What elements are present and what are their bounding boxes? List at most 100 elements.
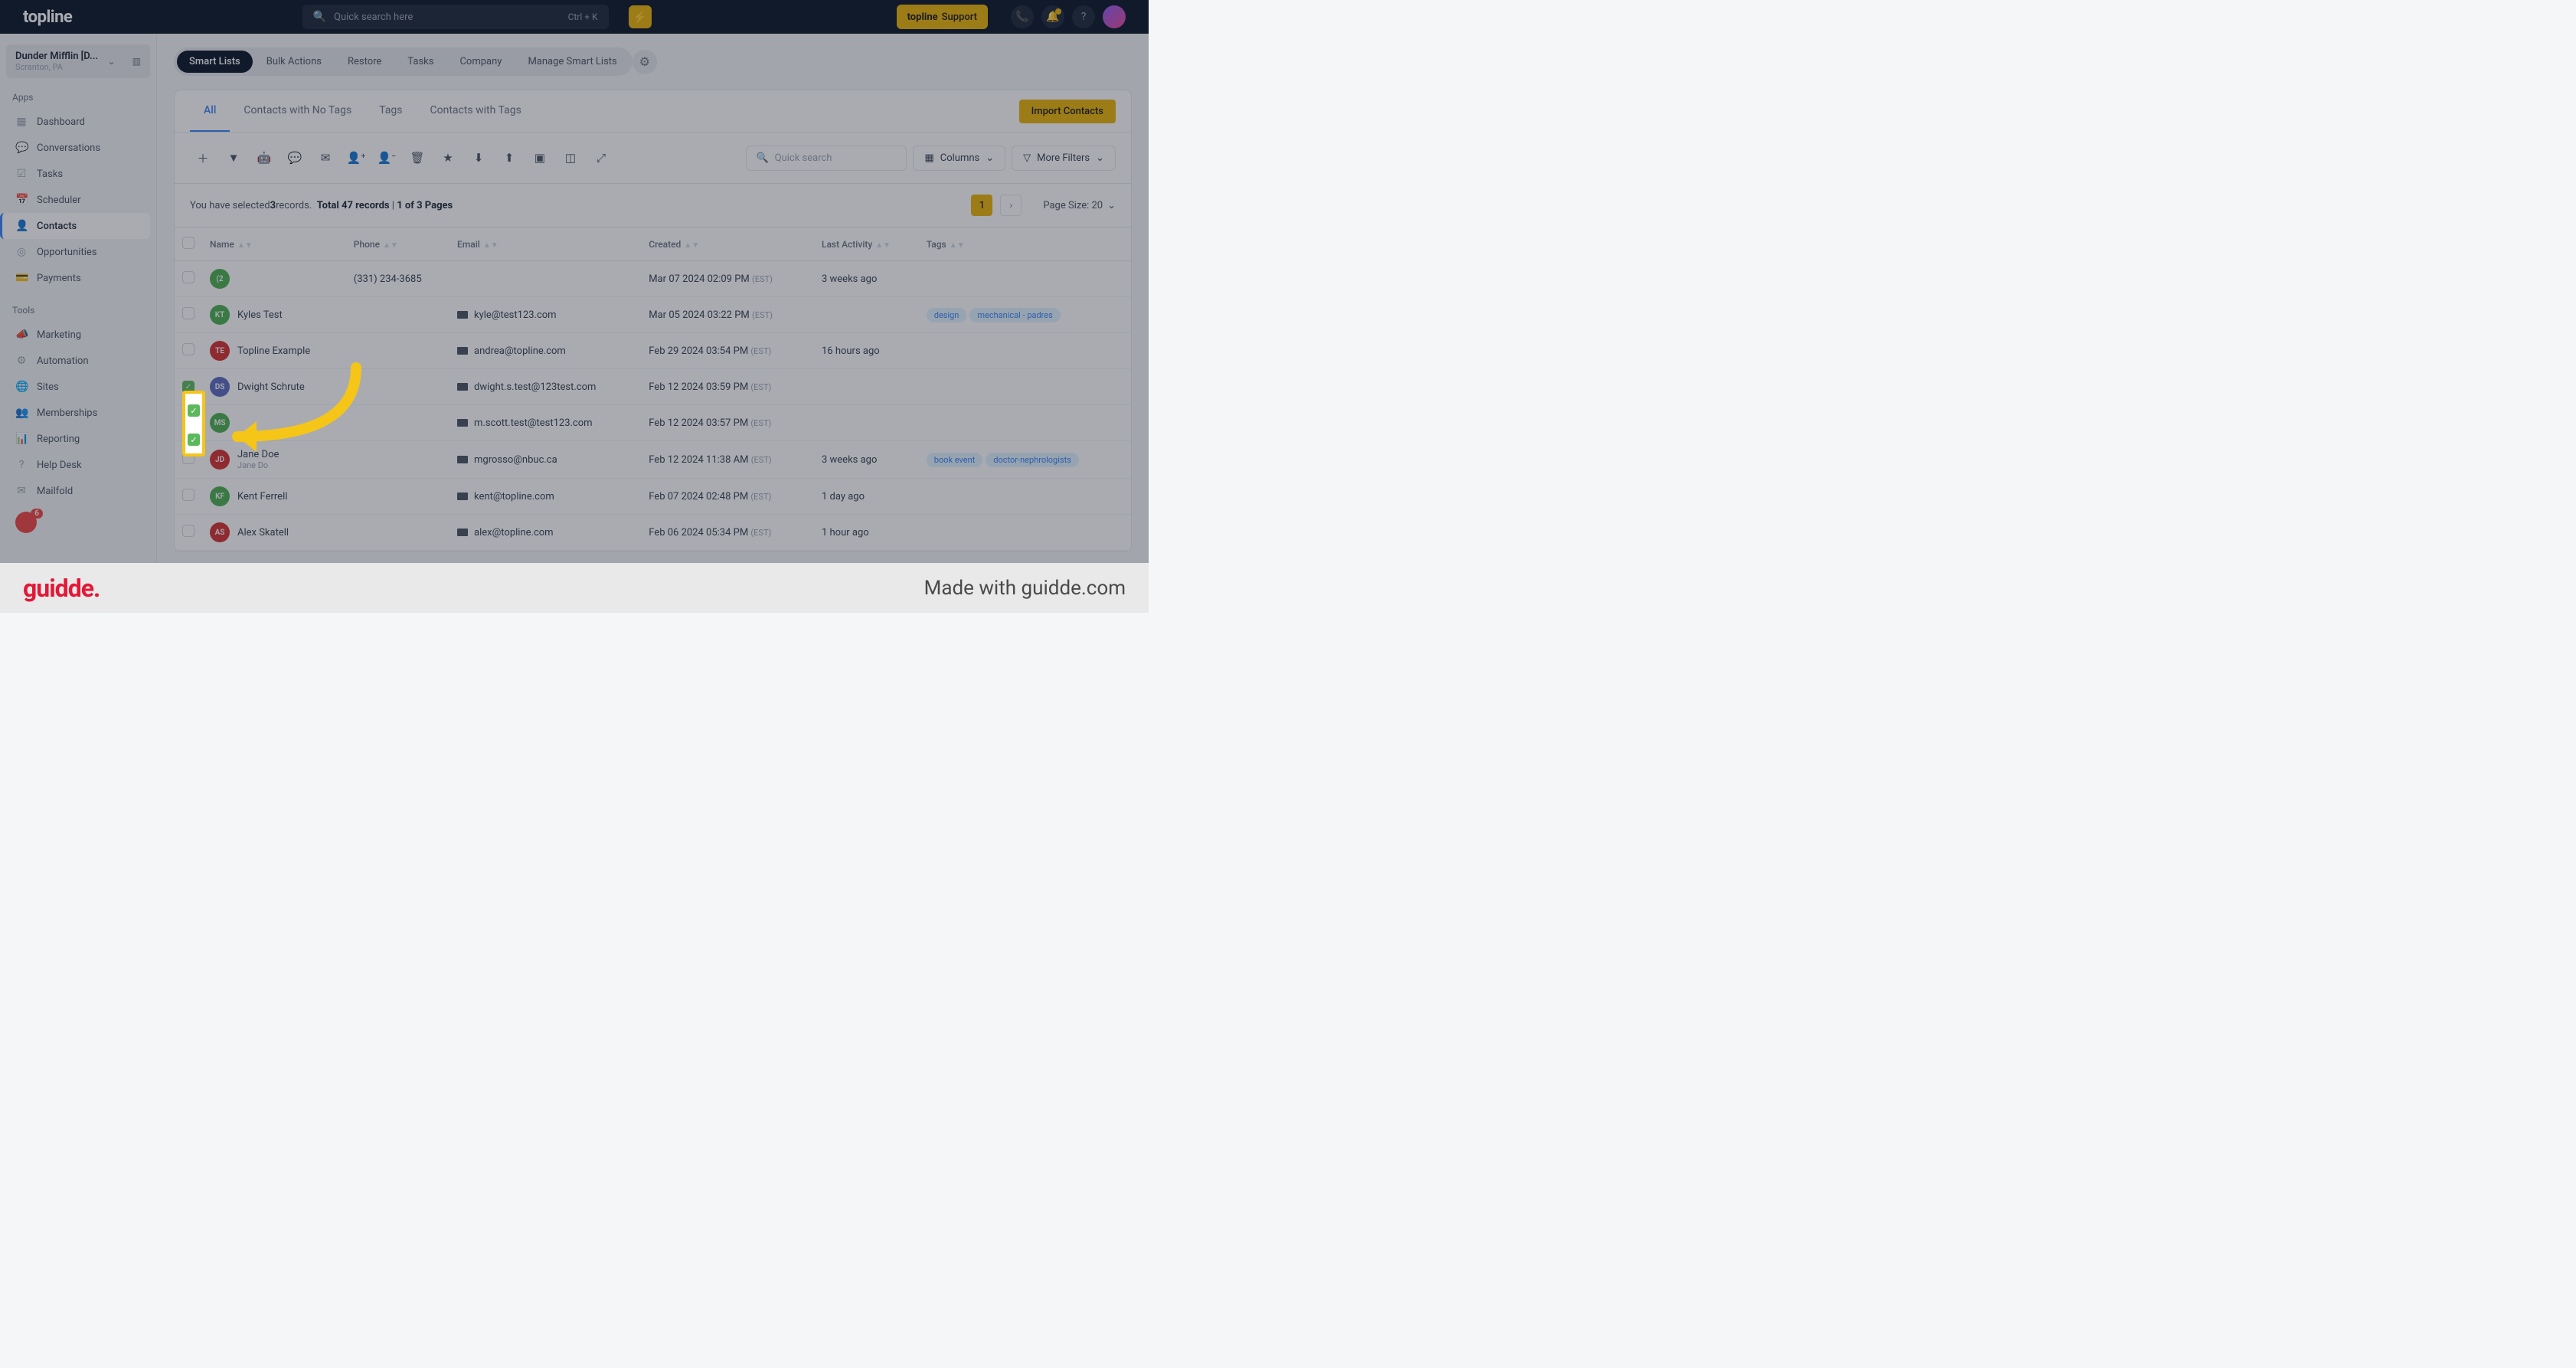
- row-checkbox[interactable]: [182, 307, 195, 319]
- sub-tab[interactable]: Tags: [365, 90, 416, 132]
- table-row[interactable]: JDJane DoeJane Domgrosso@nbuc.caFeb 12 2…: [175, 441, 1131, 479]
- table-row[interactable]: ASAlex Skatellalex@topline.comFeb 06 202…: [175, 515, 1131, 551]
- support-button[interactable]: topline Support: [897, 5, 988, 29]
- row-checkbox[interactable]: [182, 525, 195, 537]
- sidebar-item-marketing[interactable]: 📣Marketing: [6, 322, 150, 348]
- nav-icon: ▦: [15, 116, 28, 128]
- trash-icon[interactable]: 🗑: [404, 145, 430, 171]
- main-tab[interactable]: Bulk Actions: [254, 51, 334, 73]
- sidebar-item-contacts[interactable]: 👤Contacts: [0, 213, 150, 239]
- nav-icon: ✉: [15, 485, 28, 497]
- upload-icon[interactable]: ⬆: [496, 145, 522, 171]
- columns-icon[interactable]: ◫: [557, 145, 584, 171]
- mail-icon: [457, 311, 468, 319]
- add-user-icon[interactable]: 👤⁺: [343, 145, 369, 171]
- main-tab[interactable]: Manage Smart Lists: [515, 51, 629, 73]
- made-with-text: Made with guidde.com: [924, 577, 1126, 600]
- nav-icon: ◎: [15, 246, 28, 258]
- sub-tab[interactable]: Contacts with Tags: [417, 90, 535, 132]
- row-checkbox[interactable]: [182, 452, 195, 464]
- page-size-select[interactable]: Page Size: 20 ⌄: [1043, 200, 1116, 211]
- sidebar-item-sites[interactable]: 🌐Sites: [6, 374, 150, 400]
- table-row[interactable]: KTKyles Testkyle@test123.comMar 05 2024 …: [175, 297, 1131, 333]
- phone-icon[interactable]: 📞: [1011, 5, 1034, 28]
- help-icon[interactable]: ?: [1072, 5, 1095, 28]
- global-search[interactable]: 🔍 Quick search here Ctrl + K: [302, 5, 609, 29]
- card-icon[interactable]: ▣: [527, 145, 553, 171]
- add-icon[interactable]: ＋: [190, 145, 216, 171]
- column-header[interactable]: Name▲▼: [202, 227, 346, 261]
- sidebar-item-automation[interactable]: ⚙Automation: [6, 348, 150, 374]
- sidebar-item-scheduler[interactable]: 📅Scheduler: [6, 187, 150, 213]
- sidebar-item-memberships[interactable]: 👥Memberships: [6, 400, 150, 426]
- remove-user-icon[interactable]: 👤⁻: [374, 145, 400, 171]
- sidebar-item-dashboard[interactable]: ▦Dashboard: [6, 109, 150, 135]
- sidebar-item-mailfold[interactable]: ✉Mailfold: [6, 478, 150, 504]
- collapse-icon[interactable]: ⤢: [588, 145, 614, 171]
- message-icon[interactable]: 💬: [282, 145, 308, 171]
- table-row[interactable]: ✓DSDwight Schrutedwight.s.test@123test.c…: [175, 369, 1131, 405]
- panel-icon[interactable]: ▥: [132, 56, 141, 67]
- column-header[interactable]: Tags▲▼: [919, 227, 1131, 261]
- sidebar-item-payments[interactable]: 💳Payments: [6, 265, 150, 291]
- main-content: Smart ListsBulk ActionsRestoreTasksCompa…: [157, 34, 1149, 613]
- next-page[interactable]: ›: [1000, 195, 1022, 216]
- mail-icon: [457, 456, 468, 463]
- row-checkbox[interactable]: [182, 489, 195, 501]
- table-row[interactable]: ✓MSm.scott.test@test123.comFeb 12 2024 0…: [175, 405, 1131, 441]
- download-icon[interactable]: ⬇: [466, 145, 492, 171]
- settings-tab-icon[interactable]: ⚙: [633, 50, 657, 74]
- row-checkbox[interactable]: ✓: [182, 417, 195, 429]
- sidebar-item-conversations[interactable]: 💬Conversations: [6, 135, 150, 161]
- column-header[interactable]: Email▲▼: [449, 227, 641, 261]
- bolt-button[interactable]: ⚡: [629, 5, 652, 28]
- contact-tabs: AllContacts with No TagsTagsContacts wit…: [175, 90, 1131, 133]
- app-badge[interactable]: 6: [15, 512, 37, 533]
- footer-bar: guidde. Made with guidde.com: [0, 563, 1149, 613]
- tag-pill[interactable]: mechanical - padres: [969, 308, 1060, 322]
- main-tab[interactable]: Restore: [335, 51, 394, 73]
- page-1[interactable]: 1: [971, 195, 992, 216]
- tag-pill[interactable]: book event: [927, 453, 983, 467]
- more-filters-button[interactable]: ▽ More Filters ⌄: [1012, 146, 1116, 171]
- sidebar-item-help desk[interactable]: ?Help Desk: [6, 452, 150, 478]
- filter-icon[interactable]: ▼: [221, 145, 247, 171]
- nav-icon: 🌐: [15, 381, 28, 393]
- account-selector[interactable]: Dunder Mifflin [D... Scranton, PA ⌄ ▥: [6, 44, 150, 78]
- tag-pill[interactable]: design: [927, 308, 967, 322]
- main-tab[interactable]: Tasks: [395, 51, 446, 73]
- mail-icon: [457, 493, 468, 500]
- import-contacts-button[interactable]: Import Contacts: [1019, 100, 1116, 123]
- sub-tab[interactable]: Contacts with No Tags: [230, 90, 365, 132]
- row-checkbox[interactable]: [182, 271, 195, 283]
- grid-icon: ▦: [924, 152, 933, 164]
- mail-icon[interactable]: ✉: [312, 145, 338, 171]
- columns-button[interactable]: ▦ Columns ⌄: [913, 146, 1005, 171]
- table-row[interactable]: KFKent Ferrellkent@topline.comFeb 07 202…: [175, 479, 1131, 515]
- column-header[interactable]: Created▲▼: [641, 227, 814, 261]
- robot-icon[interactable]: 🤖: [251, 145, 277, 171]
- tag-pill[interactable]: doctor-nephrologists: [986, 453, 1079, 467]
- sidebar-item-tasks[interactable]: ☑Tasks: [6, 161, 150, 187]
- column-header[interactable]: Last Activity▲▼: [814, 227, 919, 261]
- mail-icon: [457, 347, 468, 355]
- chevron-down-icon: ⌄: [108, 56, 116, 67]
- sidebar-item-reporting[interactable]: 📊Reporting: [6, 426, 150, 452]
- selection-bar: You have selected 3 records. Total 47 re…: [175, 184, 1131, 227]
- row-checkbox[interactable]: ✓: [182, 381, 195, 393]
- select-all-checkbox[interactable]: [182, 237, 195, 249]
- main-tab[interactable]: Company: [447, 51, 514, 73]
- sidebar-item-opportunities[interactable]: ◎Opportunities: [6, 239, 150, 265]
- main-tab[interactable]: Smart Lists: [177, 51, 253, 73]
- user-avatar[interactable]: [1103, 5, 1126, 28]
- table-row[interactable]: (2(331) 234-3685Mar 07 2024 02:09 PM (ES…: [175, 261, 1131, 297]
- star-icon[interactable]: ★: [435, 145, 461, 171]
- row-checkbox[interactable]: [182, 343, 195, 355]
- nav-icon: 📅: [15, 194, 28, 206]
- table-search[interactable]: 🔍 Quick search: [746, 146, 907, 171]
- avatar: AS: [210, 522, 230, 542]
- column-header[interactable]: Phone▲▼: [346, 227, 449, 261]
- sub-tab[interactable]: All: [190, 90, 230, 132]
- bell-icon[interactable]: 🔔: [1041, 5, 1064, 28]
- table-row[interactable]: TETopline Exampleandrea@topline.comFeb 2…: [175, 333, 1131, 369]
